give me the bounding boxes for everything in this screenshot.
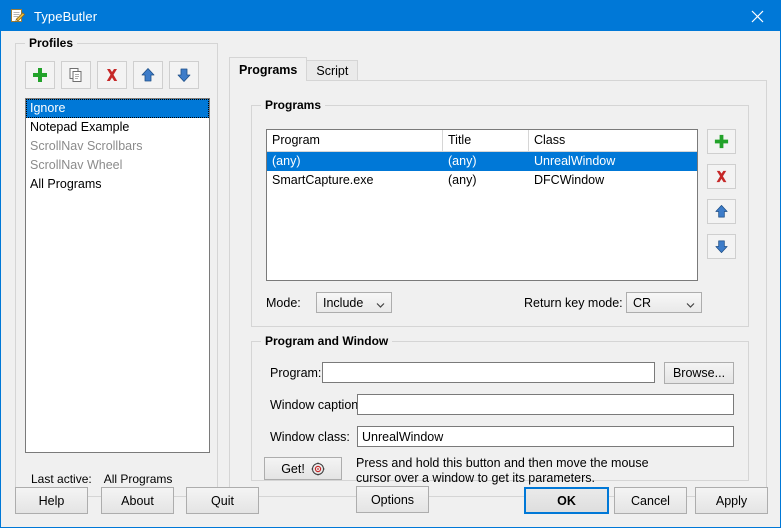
window-caption-input[interactable] (357, 394, 734, 415)
program-input[interactable] (322, 362, 655, 383)
table-row[interactable]: (any) (any) UnrealWindow (267, 152, 697, 171)
program-label: Program: (270, 362, 321, 384)
window-class-input[interactable] (357, 426, 734, 447)
profiles-group: Profiles (15, 43, 218, 497)
move-profile-down-button[interactable] (169, 61, 199, 89)
return-key-mode-value: CR (633, 296, 651, 310)
cell-program: (any) (267, 152, 443, 171)
cell-class: UnrealWindow (529, 152, 697, 171)
list-item-label: All Programs (30, 177, 102, 191)
tab-programs[interactable]: Programs (229, 57, 307, 81)
tab-strip: Programs Script (229, 57, 767, 81)
add-profile-button[interactable] (25, 61, 55, 89)
programs-group: Programs Program Title Class (any) (any)… (251, 105, 749, 327)
mode-value: Include (323, 296, 363, 310)
column-header-class[interactable]: Class (529, 130, 697, 151)
list-item[interactable]: ScrollNav Wheel (26, 156, 209, 175)
mode-dropdown[interactable]: Include (316, 292, 392, 313)
help-button-label: Help (39, 494, 65, 508)
chevron-down-icon (376, 298, 385, 307)
target-crosshair-icon (311, 462, 325, 476)
add-program-button[interactable] (707, 129, 736, 154)
duplicate-profile-button[interactable] (61, 61, 91, 89)
browse-button[interactable]: Browse... (664, 362, 734, 384)
profiles-toolbar (25, 61, 199, 89)
list-item[interactable]: ScrollNav Scrollbars (26, 137, 209, 156)
return-key-mode-label: Return key mode: (524, 292, 623, 314)
get-hint-line-1: Press and hold this button and then move… (356, 456, 726, 471)
list-item-label: ScrollNav Wheel (30, 158, 122, 172)
list-item-label: Notepad Example (30, 120, 129, 134)
ok-button-label: OK (557, 494, 576, 508)
window-title: TypeButler (34, 9, 97, 24)
list-item[interactable]: All Programs (26, 175, 209, 194)
about-button-label: About (121, 494, 154, 508)
list-item-label: Ignore (30, 101, 65, 115)
program-and-window-legend: Program and Window (261, 334, 392, 348)
notepad-pencil-icon (10, 8, 26, 24)
return-key-mode-dropdown[interactable]: CR (626, 292, 702, 313)
delete-profile-button[interactable] (97, 61, 127, 89)
typebutler-window: TypeButler Profiles (0, 0, 781, 528)
tab-programs-label: Programs (239, 63, 297, 77)
program-and-window-group: Program and Window Program: Browse... Wi… (251, 341, 749, 481)
quit-button[interactable]: Quit (186, 487, 259, 514)
cell-title: (any) (443, 152, 529, 171)
title-bar: TypeButler (1, 1, 780, 31)
bottom-button-bar: Help About Quit Options OK Cancel Apply (1, 475, 780, 527)
column-header-title[interactable]: Title (443, 130, 529, 151)
move-program-down-button[interactable] (707, 234, 736, 259)
programs-legend: Programs (261, 98, 325, 112)
window-caption-label: Window caption: (270, 394, 362, 416)
delete-program-button[interactable] (707, 164, 736, 189)
cancel-button[interactable]: Cancel (614, 487, 687, 514)
move-profile-up-button[interactable] (133, 61, 163, 89)
client-area: Profiles (1, 31, 780, 527)
apply-button[interactable]: Apply (695, 487, 768, 514)
programs-table-header: Program Title Class (267, 130, 697, 152)
list-item-label: ScrollNav Scrollbars (30, 139, 143, 153)
list-item[interactable]: Notepad Example (26, 118, 209, 137)
list-item[interactable]: Ignore (26, 99, 209, 118)
programs-side-buttons (707, 129, 736, 259)
window-class-label: Window class: (270, 426, 350, 448)
options-button[interactable]: Options (356, 486, 429, 513)
apply-button-label: Apply (716, 494, 747, 508)
mode-label: Mode: (266, 292, 301, 314)
programs-options-row: Mode: Include Return key mode: CR (266, 292, 736, 314)
browse-button-label: Browse... (673, 366, 725, 380)
cell-class: DFCWindow (529, 171, 697, 190)
profiles-legend: Profiles (25, 36, 77, 50)
cell-program: SmartCapture.exe (267, 171, 443, 190)
help-button[interactable]: Help (15, 487, 88, 514)
table-row[interactable]: SmartCapture.exe (any) DFCWindow (267, 171, 697, 190)
tab-script[interactable]: Script (306, 60, 358, 81)
cell-title: (any) (443, 171, 529, 190)
ok-button[interactable]: OK (524, 487, 609, 514)
move-program-up-button[interactable] (707, 199, 736, 224)
profiles-listbox[interactable]: Ignore Notepad Example ScrollNav Scrollb… (25, 98, 210, 453)
close-icon[interactable] (735, 1, 780, 31)
chevron-down-icon (686, 298, 695, 307)
get-button-label: Get! (281, 462, 305, 476)
programs-table[interactable]: Program Title Class (any) (any) UnrealWi… (266, 129, 698, 281)
quit-button-label: Quit (211, 494, 234, 508)
column-header-program[interactable]: Program (267, 130, 443, 151)
cancel-button-label: Cancel (631, 494, 670, 508)
about-button[interactable]: About (101, 487, 174, 514)
tab-script-label: Script (316, 64, 348, 78)
options-button-label: Options (371, 493, 414, 507)
